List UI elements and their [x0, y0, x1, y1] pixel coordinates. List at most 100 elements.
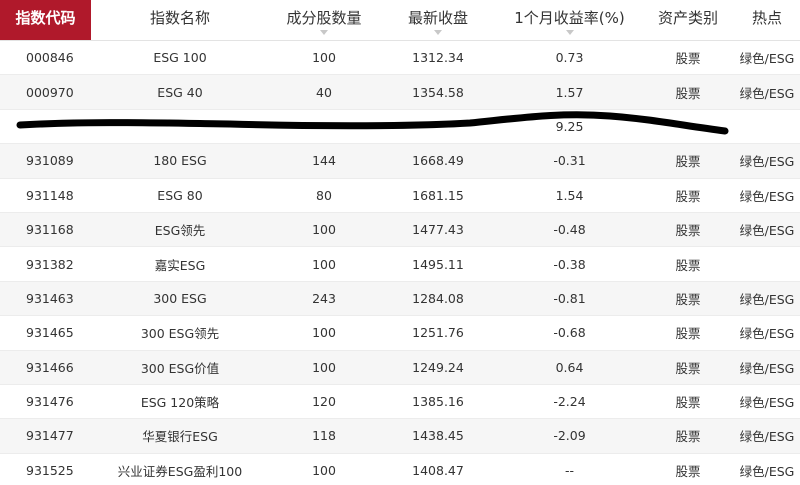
cell-asset-class: 股票 [642, 143, 734, 179]
cell-asset-class: 股票 [642, 74, 734, 110]
cell-index-name[interactable]: 华夏银行ESG [91, 418, 269, 454]
table-row[interactable]: 931382 嘉实ESG 100 1495.11 -0.38 股票 [0, 246, 800, 282]
column-header-label: 指数名称 [149, 9, 210, 27]
cell-index-name[interactable]: ESG 40 [91, 74, 269, 110]
cell-index-code[interactable]: 931463 [0, 281, 91, 317]
cell-hotspot: 绿色/ESG [734, 315, 800, 351]
cell-1m-return: 0.64 [497, 350, 642, 385]
cell-index-code[interactable]: 931525 [0, 453, 91, 485]
cell-1m-return: 1.57 [497, 74, 642, 110]
table-row[interactable]: 931465 300 ESG领先 100 1251.76 -0.68 股票 绿色/ESG [0, 315, 800, 351]
table-row[interactable]: 931477 华夏银行ESG 118 1438.45 -2.09 股票 绿色/ESG [0, 418, 800, 454]
cell-constituent-count: 100 [269, 315, 379, 351]
cell-hotspot [734, 246, 800, 282]
cell-index-name[interactable]: ESG 80 [91, 178, 269, 213]
cell-constituent-count: 243 [269, 281, 379, 317]
cell-index-name[interactable]: ESG领先 [91, 212, 269, 248]
cell-1m-return: -- [497, 453, 642, 485]
cell-index-code[interactable]: 931465 [0, 315, 91, 351]
cell-index-name[interactable]: 300 ESG价值 [91, 350, 269, 385]
cell-asset-class: 股票 [642, 281, 734, 317]
cell-index-code[interactable]: 931148 [0, 178, 91, 213]
cell-1m-return: 1.54 [497, 178, 642, 213]
cell-latest-close: 1495.11 [379, 246, 497, 282]
cell-constituent-count: 100 [269, 453, 379, 485]
cell-index-name[interactable] [91, 109, 269, 145]
column-header-latest-close[interactable]: 最新收盘 [379, 0, 497, 41]
cell-latest-close: 1284.08 [379, 281, 497, 317]
cell-index-code[interactable]: 931168 [0, 212, 91, 248]
cell-index-name[interactable]: 兴业证券ESG盈利100 [91, 453, 269, 485]
column-header-constituent-count[interactable]: 成分股数量 [269, 0, 379, 41]
table-row[interactable]: 931525 兴业证券ESG盈利100 100 1408.47 -- 股票 绿色/ESG [0, 453, 800, 485]
cell-hotspot: 绿色/ESG [734, 212, 800, 248]
cell-constituent-count: 120 [269, 384, 379, 420]
table-row[interactable]: 931463 300 ESG 243 1284.08 -0.81 股票 绿色/ESG [0, 281, 800, 317]
column-header-label: 1个月收益率(%) [514, 9, 625, 27]
sort-down-icon[interactable] [320, 30, 328, 35]
table-row[interactable]: 931476 ESG 120策略 120 1385.16 -2.24 股票 绿色/ESG [0, 384, 800, 420]
cell-latest-close: 1681.15 [379, 178, 497, 213]
cell-hotspot: 绿色/ESG [734, 281, 800, 317]
cell-asset-class: 股票 [642, 246, 734, 282]
cell-index-name[interactable]: 嘉实ESG [91, 246, 269, 282]
cell-latest-close: 1408.47 [379, 453, 497, 485]
cell-1m-return: -2.09 [497, 418, 642, 454]
cell-index-code[interactable]: 931476 [0, 384, 91, 420]
cell-index-name[interactable]: ESG 120策略 [91, 384, 269, 420]
cell-1m-return: 9.25 [497, 109, 642, 145]
cell-latest-close: 1312.34 [379, 40, 497, 76]
column-header-hotspot[interactable]: 热点 [734, 0, 800, 41]
column-header-label: 成分股数量 [286, 9, 362, 27]
cell-index-code[interactable]: 931466 [0, 350, 91, 385]
cell-constituent-count: 80 [269, 178, 379, 213]
cell-1m-return: -2.24 [497, 384, 642, 420]
column-header-index-name[interactable]: 指数名称 [91, 0, 269, 41]
cell-index-code[interactable]: 931382 [0, 246, 91, 282]
cell-index-name[interactable]: 300 ESG [91, 281, 269, 317]
cell-index-name[interactable]: 180 ESG [91, 143, 269, 179]
table-row[interactable]: 000970 ESG 40 40 1354.58 1.57 股票 绿色/ESG [0, 74, 800, 110]
cell-hotspot: 绿色/ESG [734, 74, 800, 110]
table-row[interactable]: 931466 300 ESG价值 100 1249.24 0.64 股票 绿色/ESG [0, 350, 800, 385]
cell-index-name[interactable]: ESG 100 [91, 40, 269, 76]
cell-index-code[interactable]: 000846 [0, 40, 91, 76]
cell-1m-return: -0.68 [497, 315, 642, 351]
column-header-index-code[interactable]: 指数代码 [0, 0, 91, 41]
cell-latest-close: 1385.16 [379, 384, 497, 420]
table-row[interactable]: 931168 ESG领先 100 1477.43 -0.48 股票 绿色/ESG [0, 212, 800, 248]
cell-index-code[interactable]: 000970 [0, 74, 91, 110]
cell-latest-close: 1477.43 [379, 212, 497, 248]
cell-constituent-count: 100 [269, 246, 379, 282]
cell-constituent-count: 40 [269, 74, 379, 110]
cell-index-code[interactable]: 931477 [0, 418, 91, 454]
cell-hotspot: 绿色/ESG [734, 418, 800, 454]
cell-1m-return: -0.81 [497, 281, 642, 317]
table-row[interactable]: 931089 180 ESG 144 1668.49 -0.31 股票 绿色/ESG [0, 143, 800, 179]
table-row[interactable]: 000846 ESG 100 100 1312.34 0.73 股票 绿色/ESG [0, 40, 800, 76]
cell-1m-return: -0.38 [497, 246, 642, 282]
cell-hotspot: 绿色/ESG [734, 384, 800, 420]
cell-index-name[interactable]: 300 ESG领先 [91, 315, 269, 351]
index-table-view: 指数代码 指数名称 成分股数量 最新收盘 1个月收益率(%) 资产类别 热点 0… [0, 0, 800, 485]
cell-asset-class: 股票 [642, 418, 734, 454]
cell-hotspot: 绿色/ESG [734, 453, 800, 485]
table-row[interactable]: 9.25 [0, 109, 800, 145]
index-table: 指数代码 指数名称 成分股数量 最新收盘 1个月收益率(%) 资产类别 热点 0… [0, 0, 800, 485]
cell-asset-class: 股票 [642, 178, 734, 213]
column-header-1m-return[interactable]: 1个月收益率(%) [497, 0, 642, 41]
sort-down-icon[interactable] [565, 30, 574, 35]
cell-1m-return: -0.48 [497, 212, 642, 248]
table-row[interactable]: 931148 ESG 80 80 1681.15 1.54 股票 绿色/ESG [0, 178, 800, 213]
cell-asset-class: 股票 [642, 212, 734, 248]
cell-asset-class: 股票 [642, 384, 734, 420]
column-header-asset-class[interactable]: 资产类别 [642, 0, 734, 41]
cell-latest-close: 1668.49 [379, 143, 497, 179]
cell-constituent-count: 144 [269, 143, 379, 179]
sort-down-icon[interactable] [434, 30, 442, 35]
column-header-label: 指数代码 [15, 9, 76, 27]
cell-index-code[interactable] [0, 109, 91, 145]
table-header: 指数代码 指数名称 成分股数量 最新收盘 1个月收益率(%) 资产类别 热点 [0, 0, 800, 41]
cell-index-code[interactable]: 931089 [0, 143, 91, 179]
cell-asset-class: 股票 [642, 315, 734, 351]
